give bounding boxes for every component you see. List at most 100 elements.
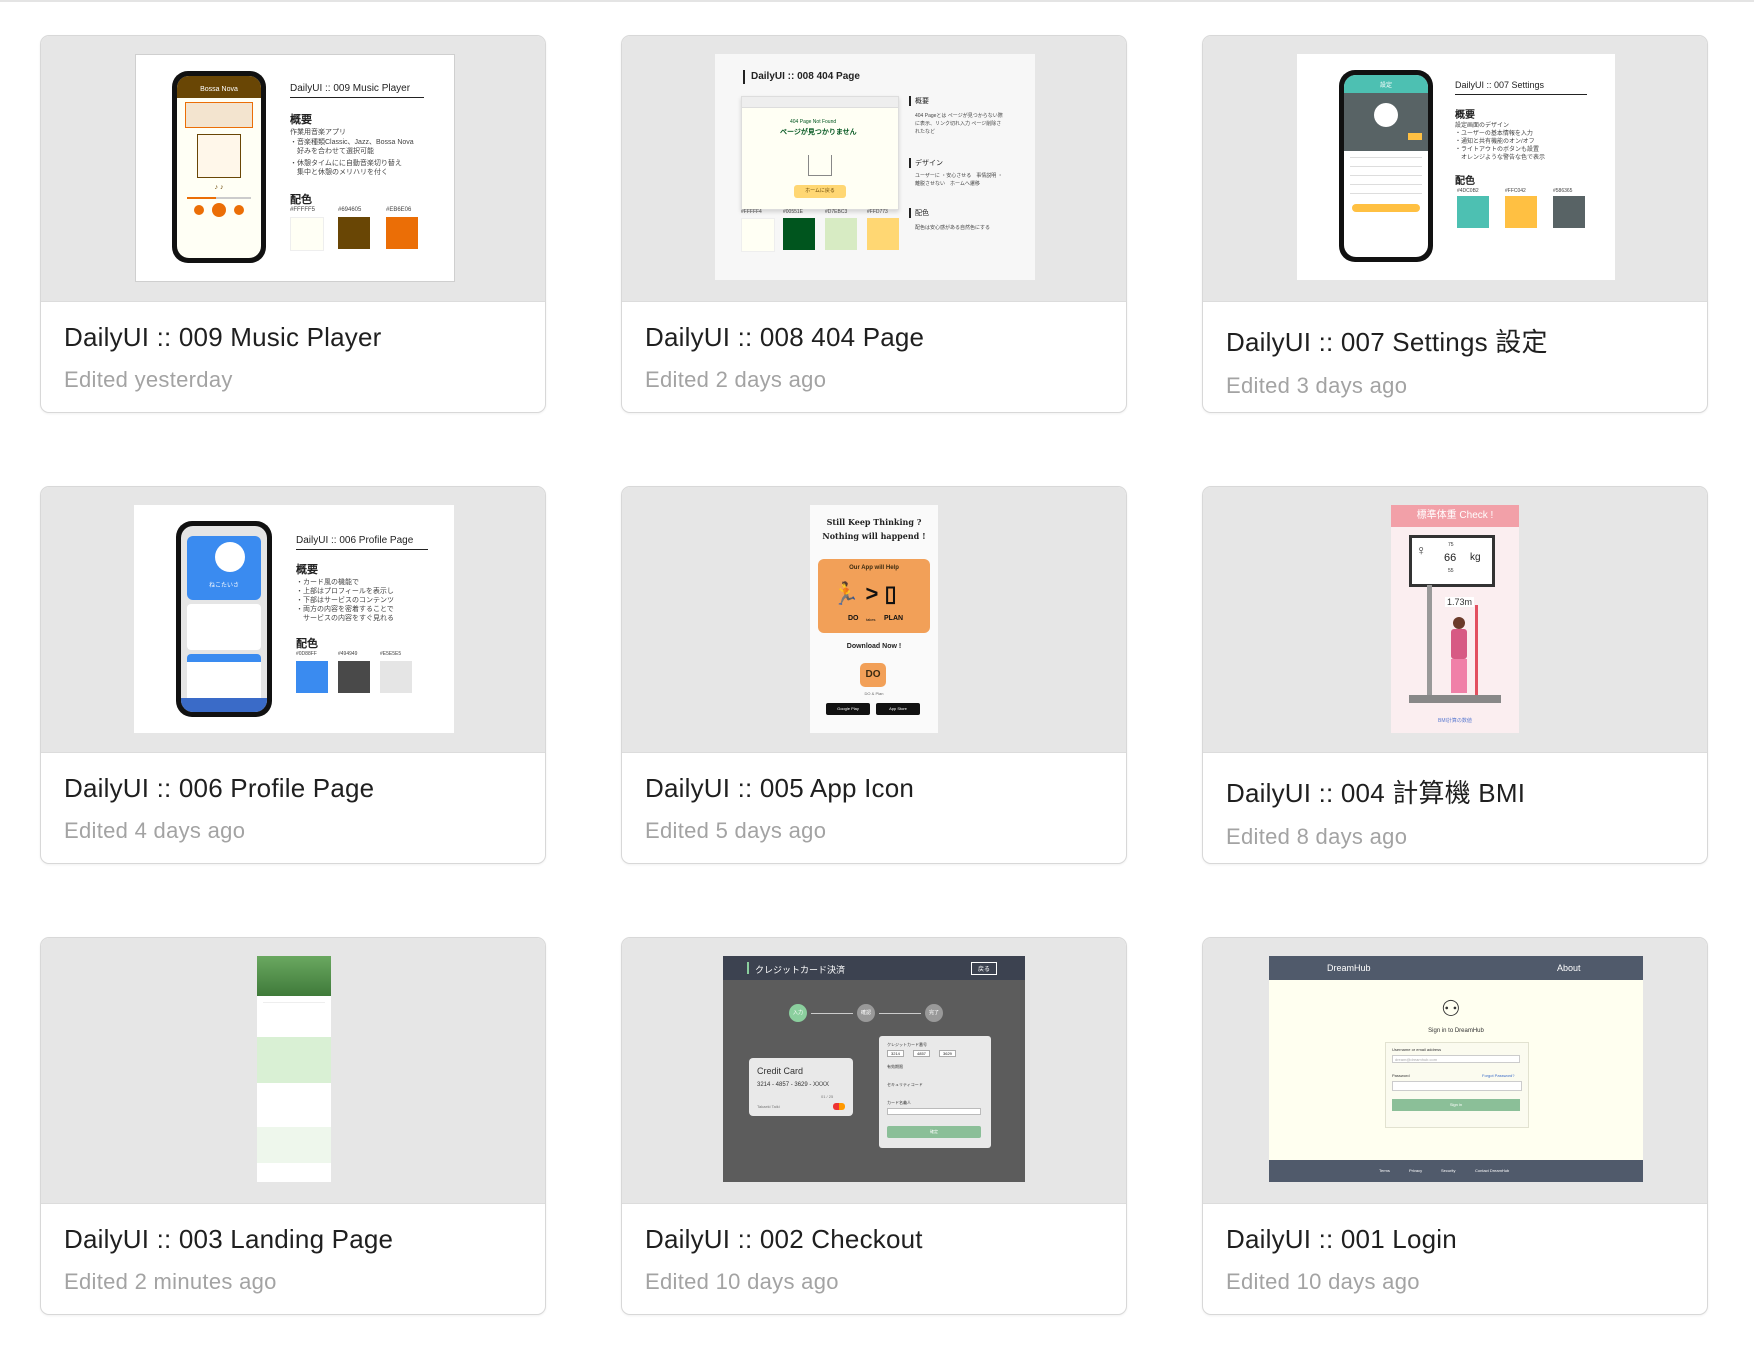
- overview-line: 集中と休憩のメリハリを付く: [290, 169, 388, 176]
- swatch-hex: #FFFFF5: [290, 207, 315, 213]
- color-swatch: [338, 217, 370, 249]
- color-label: 配色: [1455, 176, 1475, 187]
- file-thumbnail: ねこたいさ DailyUI :: 006 Profile Page 概要 ・カー…: [41, 487, 545, 753]
- forgot-password-link[interactable]: Forgot Password?: [1482, 1073, 1514, 1078]
- design-frame: 標準体重 Check ! ♀ 75 66 55 kg 1.73m BMI計算の数…: [1391, 505, 1519, 733]
- section-marker: [909, 208, 911, 218]
- color-swatch: [741, 218, 775, 252]
- app-title: 設定: [1344, 75, 1428, 93]
- swatch-hex: #D7EBC3: [825, 209, 848, 215]
- overview-label: 概要: [290, 114, 312, 126]
- overview-line: オレンジような警告な色で表示: [1455, 155, 1546, 161]
- weight-lower: 55: [1448, 568, 1454, 574]
- file-thumbnail: 標準体重 Check ! ♀ 75 66 55 kg 1.73m BMI計算の数…: [1203, 487, 1707, 753]
- overview-line: 好みを合わせて選択可能: [290, 148, 374, 155]
- password-label: Password: [1392, 1073, 1410, 1078]
- design-text: ユーザーに ・安心させる 事情説明 ・離脱させない ホームへ遷移: [915, 173, 1003, 187]
- swatch-hex: #4DC0B2: [1457, 188, 1479, 194]
- bmi-header: 標準体重 Check !: [1391, 505, 1519, 527]
- design-frame: Bossa Nova ♪ ♪ DailyUI :: 009 Music Play…: [135, 54, 455, 282]
- card-number-field[interactable]: 4857: [913, 1050, 930, 1057]
- promo-caption: Our App will Help: [849, 565, 899, 571]
- footer-link[interactable]: Terms: [1379, 1168, 1390, 1173]
- file-card-profile-page[interactable]: ねこたいさ DailyUI :: 006 Profile Page 概要 ・カー…: [40, 486, 546, 864]
- file-card-settings[interactable]: 設定 DailyUI :: 007 Settings 概要 設定画面のデザイン …: [1202, 35, 1708, 413]
- color-swatch: [296, 661, 328, 693]
- card-number-field[interactable]: 3214: [887, 1050, 904, 1057]
- weight-value: 66: [1444, 552, 1457, 564]
- file-grid: Bossa Nova ♪ ♪ DailyUI :: 009 Music Play…: [40, 35, 1710, 1315]
- app-store-badge: App Store: [876, 703, 920, 715]
- file-card-checkout[interactable]: クレジットカード決済 戻る 入力 確認 完了 Credit Card 3214 …: [621, 937, 1127, 1315]
- card-expiry: 01 / 25: [821, 1094, 834, 1099]
- profile-name: ねこたいさ: [208, 583, 239, 589]
- edited-time: Edited 10 days ago: [1226, 1269, 1420, 1294]
- file-title: DailyUI :: 003 Landing Page: [64, 1224, 394, 1254]
- cardholder-label: カード名義人: [887, 1100, 911, 1105]
- file-card-app-icon[interactable]: Still Keep Thinking ? Nothing will happe…: [621, 486, 1127, 864]
- overview-text: 404 Pageとは ページが見つからない際に表示、リンク切れ入力 ページ削除さ…: [915, 113, 1003, 135]
- footer-link[interactable]: Contact DreamHub: [1475, 1168, 1509, 1173]
- file-title: DailyUI :: 006 Profile Page: [64, 773, 375, 803]
- file-card-landing-page[interactable]: DailyUI :: 003 Landing Page Edited 2 min…: [40, 937, 546, 1315]
- file-title: DailyUI :: 005 App Icon: [645, 773, 915, 803]
- promo-card: Our App will Help 🏃 > ▯ DO takes PLAN: [818, 559, 930, 633]
- design-frame: 設定 DailyUI :: 007 Settings 概要 設定画面のデザイン …: [1297, 54, 1615, 280]
- swatch-hex: #FFC042: [1505, 188, 1526, 194]
- card-number-field[interactable]: 3629: [939, 1050, 956, 1057]
- file-thumbnail: クレジットカード決済 戻る 入力 確認 完了 Credit Card 3214 …: [622, 938, 1126, 1204]
- design-heading: DailyUI :: 009 Music Player: [290, 83, 411, 94]
- overview-label: 概要: [915, 98, 929, 105]
- bmi-footer-link: BMI計算の数値: [1438, 718, 1472, 724]
- edited-time: Edited 2 days ago: [645, 367, 827, 392]
- file-card-music-player[interactable]: Bossa Nova ♪ ♪ DailyUI :: 009 Music Play…: [40, 35, 546, 413]
- brand-logo: DreamHub: [1327, 963, 1371, 973]
- file-title: DailyUI :: 009 Music Player: [64, 322, 382, 352]
- app-icon: DO: [860, 663, 886, 687]
- top-divider: [0, 0, 1754, 2]
- file-title: DailyUI :: 007 Settings 設定: [1226, 327, 1548, 357]
- takes-label: takes: [866, 617, 876, 622]
- login-footer: Terms Privacy Security Contact DreamHub: [1269, 1160, 1643, 1182]
- headline-line1: Still Keep Thinking ?: [826, 517, 922, 527]
- footer-link[interactable]: Security: [1441, 1168, 1455, 1173]
- heading-underline: [1455, 94, 1587, 95]
- browser-mockup: 404 Page Not Found ページが見つかりません ホームに戻る: [741, 96, 899, 210]
- card-number-label: クレジットカード番号: [887, 1042, 927, 1047]
- color-label: 配色: [915, 210, 929, 217]
- overview-line: 作業用音楽アプリ: [290, 129, 346, 136]
- swatch-hex: #FFFFF4: [741, 209, 762, 215]
- swatch-hex: #00551E: [783, 209, 804, 215]
- submit-button[interactable]: 確定: [887, 1126, 981, 1138]
- file-thumbnail: DailyUI :: 008 404 Page 404 Page Not Fou…: [622, 36, 1126, 302]
- design-heading: DailyUI :: 007 Settings: [1455, 80, 1545, 90]
- username-input[interactable]: dream@dreamhub.com: [1392, 1055, 1520, 1063]
- color-swatch: [1553, 196, 1585, 228]
- swatch-hex: #EB6E06: [386, 207, 412, 213]
- color-swatch: [386, 217, 418, 249]
- design-frame: クレジットカード決済 戻る 入力 確認 完了 Credit Card 3214 …: [723, 956, 1025, 1182]
- swatch-hex: #694605: [338, 207, 362, 213]
- password-input[interactable]: [1392, 1081, 1522, 1091]
- username-label: Username or email address: [1392, 1047, 1442, 1052]
- color-swatch: [1457, 196, 1489, 228]
- expiry-label: 有効期限: [887, 1064, 903, 1069]
- overview-label: 概要: [1455, 110, 1475, 121]
- edited-time: Edited 4 days ago: [64, 818, 246, 843]
- file-card-bmi[interactable]: 標準体重 Check ! ♀ 75 66 55 kg 1.73m BMI計算の数…: [1202, 486, 1708, 864]
- step-input: 入力: [789, 1004, 807, 1022]
- design-heading: DailyUI :: 008 404 Page: [751, 71, 860, 82]
- edited-time: Edited 8 days ago: [1226, 824, 1408, 849]
- color-swatch: [783, 218, 815, 250]
- design-label: デザイン: [915, 160, 943, 167]
- swatch-hex: #586365: [1553, 188, 1573, 194]
- signin-button[interactable]: Sign in: [1392, 1099, 1520, 1111]
- credit-card-preview: Credit Card 3214 - 4857 - 3629 - XXXX 01…: [749, 1058, 853, 1116]
- heading-marker: [743, 70, 745, 84]
- about-link[interactable]: About: [1557, 963, 1581, 973]
- file-card-404-page[interactable]: DailyUI :: 008 404 Page 404 Page Not Fou…: [621, 35, 1127, 413]
- weight-unit: kg: [1470, 552, 1481, 563]
- notfound-japanese: ページが見つかりません: [780, 129, 857, 136]
- file-card-login[interactable]: DreamHub About ⚇ Sign in to DreamHub Use…: [1202, 937, 1708, 1315]
- footer-link[interactable]: Privacy: [1409, 1168, 1422, 1173]
